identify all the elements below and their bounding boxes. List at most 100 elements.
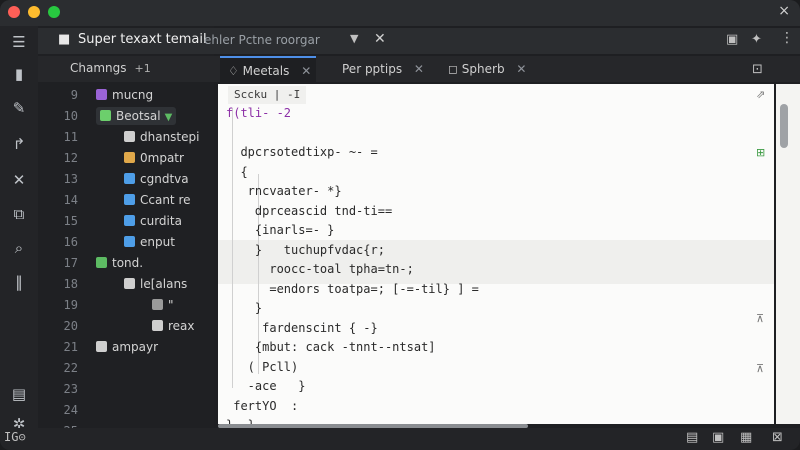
code-line[interactable]: fertYO : bbox=[226, 399, 298, 413]
code-line[interactable]: {mbut: cack -tnnt--ntsat] bbox=[226, 340, 436, 354]
vertical-scrollbar[interactable] bbox=[776, 84, 800, 424]
line-number: 10 bbox=[63, 109, 78, 123]
tree-row[interactable]: 14 Ccant re bbox=[38, 189, 214, 211]
file-type-icon bbox=[96, 341, 107, 352]
code-line[interactable]: roocc-toal tpha=tn-; bbox=[226, 262, 414, 276]
changes-title: Chamngs bbox=[70, 61, 127, 75]
tab-close-icon[interactable]: ✕ bbox=[414, 62, 424, 76]
file-type-icon bbox=[124, 152, 135, 163]
status-label: IG⊝ bbox=[4, 430, 26, 444]
image-icon[interactable]: ▣ bbox=[726, 32, 738, 47]
search-icon[interactable]: ⌕ bbox=[9, 238, 29, 258]
tree-node-label: tond. bbox=[112, 256, 144, 270]
info-icon[interactable]: ⊼ bbox=[756, 362, 764, 375]
tree-node[interactable]: le[alans bbox=[124, 275, 187, 293]
warning-icon[interactable]: ⊼ bbox=[756, 312, 764, 325]
chevron-down-icon[interactable]: ▼ bbox=[165, 112, 173, 123]
columns-icon[interactable]: ‖ bbox=[9, 272, 29, 292]
tree-row[interactable]: 22 bbox=[38, 357, 214, 379]
minimize-window-button[interactable] bbox=[28, 6, 40, 18]
line-number: 18 bbox=[63, 277, 78, 291]
share-arrow-icon[interactable]: ↱ bbox=[9, 134, 29, 154]
code-line[interactable]: } bbox=[226, 301, 262, 315]
layers-icon[interactable]: ▤ bbox=[9, 384, 29, 404]
tree-row[interactable]: 13 cgndtva bbox=[38, 168, 214, 190]
code-line[interactable]: fardenscint { -} bbox=[226, 321, 378, 335]
code-line[interactable]: } tuchupfvdac{r; bbox=[226, 243, 385, 257]
pen-icon[interactable]: ✎ bbox=[9, 98, 29, 118]
tree-node[interactable]: 0mpatr bbox=[124, 149, 184, 167]
tree-row[interactable]: 16 enput bbox=[38, 231, 214, 253]
tree-node-label: ampayr bbox=[112, 340, 159, 354]
more-icon[interactable]: ⋮ bbox=[780, 30, 794, 46]
terminal-icon[interactable]: ■ bbox=[58, 32, 70, 47]
tree-node[interactable]: mucng bbox=[96, 86, 153, 104]
tree-row[interactable]: 23 bbox=[38, 378, 214, 400]
tree-node[interactable]: Ccant re bbox=[124, 191, 191, 209]
tree-row[interactable]: 10 Beotsal ▼ bbox=[38, 105, 214, 127]
code-line[interactable]: dpcrsotedtixp- ~- = bbox=[226, 145, 377, 159]
tab-spherb[interactable]: ◻ Spherb ✕ bbox=[444, 56, 530, 82]
code-line[interactable]: -ace } bbox=[226, 379, 306, 393]
code-line[interactable]: f(tli- -2 bbox=[226, 106, 291, 120]
close-icon[interactable]: × bbox=[778, 3, 790, 19]
pin-icon[interactable]: ✦ bbox=[751, 32, 762, 47]
line-number: 19 bbox=[63, 298, 78, 312]
tree-node[interactable]: cgndtva bbox=[124, 170, 189, 188]
tree-node[interactable]: curdita bbox=[124, 212, 182, 230]
tab-close-icon[interactable]: ✕ bbox=[516, 62, 526, 76]
zoom-window-button[interactable] bbox=[48, 6, 60, 18]
code-editor[interactable]: f(tli- -2 dpcrsotedtixp- ~- = { rncvaate… bbox=[218, 84, 774, 432]
line-number: 12 bbox=[63, 151, 78, 165]
tab-label: Spherb bbox=[461, 62, 505, 76]
code-line[interactable]: =endors toatpa=; [-=-til} ] = bbox=[226, 282, 479, 296]
tree-node[interactable]: ampayr bbox=[96, 338, 158, 356]
tree-row[interactable]: 18 le[alans bbox=[38, 273, 214, 295]
tree-row[interactable]: 17 tond. bbox=[38, 252, 214, 274]
tree-row[interactable]: 12 0mpatr bbox=[38, 147, 214, 169]
changes-header[interactable]: Chamngs +1 bbox=[70, 61, 151, 75]
image-toggle-icon[interactable]: ▣ bbox=[712, 430, 724, 445]
tree-node[interactable]: dhanstepi bbox=[124, 128, 199, 146]
tree-row[interactable]: 11 dhanstepi bbox=[38, 126, 214, 148]
titlebar: × bbox=[0, 0, 800, 26]
code-line[interactable]: rncvaater- *} bbox=[226, 184, 342, 198]
tree-node-label: mucng bbox=[112, 88, 154, 102]
tab-meetals[interactable]: ♢ Meetals ✕ bbox=[220, 56, 316, 82]
tree-node[interactable]: enput bbox=[124, 233, 175, 251]
code-line[interactable]: { bbox=[226, 165, 247, 179]
tree-row[interactable]: 20 reax bbox=[38, 315, 214, 337]
chart-icon[interactable]: ▮ bbox=[9, 64, 29, 84]
tree-node[interactable]: " bbox=[152, 296, 174, 314]
line-number: 14 bbox=[63, 193, 78, 207]
ide-window: × ☰ ▮ ✎ ↱ ✕ ⧉ ⌕ ‖ ▤ ✲ ■ Super texaxt tem… bbox=[0, 0, 800, 450]
terminal-toggle-icon[interactable]: ▤ bbox=[686, 430, 698, 445]
extensions-icon[interactable]: ⧉ bbox=[9, 204, 29, 224]
tree-row[interactable]: 24 bbox=[38, 399, 214, 421]
tab-close-icon[interactable]: ✕ bbox=[301, 64, 311, 78]
close-panel-icon[interactable]: ✕ bbox=[374, 31, 386, 47]
explorer-icon[interactable]: ☰ bbox=[9, 32, 29, 52]
close-window-button[interactable] bbox=[8, 6, 20, 18]
notification-icon[interactable]: ⊠ bbox=[772, 430, 783, 445]
tree-node[interactable]: tond. bbox=[96, 254, 143, 272]
fold-icon[interactable]: ⇗ bbox=[756, 88, 765, 101]
code-line[interactable]: dprceascid tnd-ti== bbox=[226, 204, 392, 218]
line-number: 22 bbox=[63, 361, 78, 375]
tree-node[interactable]: Beotsal ▼ bbox=[96, 107, 177, 125]
tree-node[interactable]: reax bbox=[152, 317, 195, 335]
tree-row[interactable]: 21 ampayr bbox=[38, 336, 214, 358]
scrollbar-thumb[interactable] bbox=[780, 104, 788, 148]
tab-per-pptips[interactable]: Per pptips ✕ bbox=[330, 56, 440, 82]
tree-row[interactable]: 19 " bbox=[38, 294, 214, 316]
debug-icon[interactable]: ✕ bbox=[9, 170, 29, 190]
diff-added-icon[interactable]: ⊞ bbox=[756, 146, 765, 159]
panel-icon[interactable]: ▦ bbox=[740, 430, 752, 445]
breadcrumb[interactable]: Sccku | -I bbox=[228, 86, 307, 104]
tree-row[interactable]: 15 curdita bbox=[38, 210, 214, 232]
split-view-icon[interactable]: ⊡ bbox=[752, 62, 763, 77]
code-line[interactable]: {inarls=- } bbox=[226, 223, 334, 237]
code-line[interactable]: ( Pcll) bbox=[226, 360, 299, 374]
tree-row[interactable]: 9 mucng bbox=[38, 84, 214, 106]
chevron-down-icon[interactable]: ▼ bbox=[350, 32, 358, 45]
